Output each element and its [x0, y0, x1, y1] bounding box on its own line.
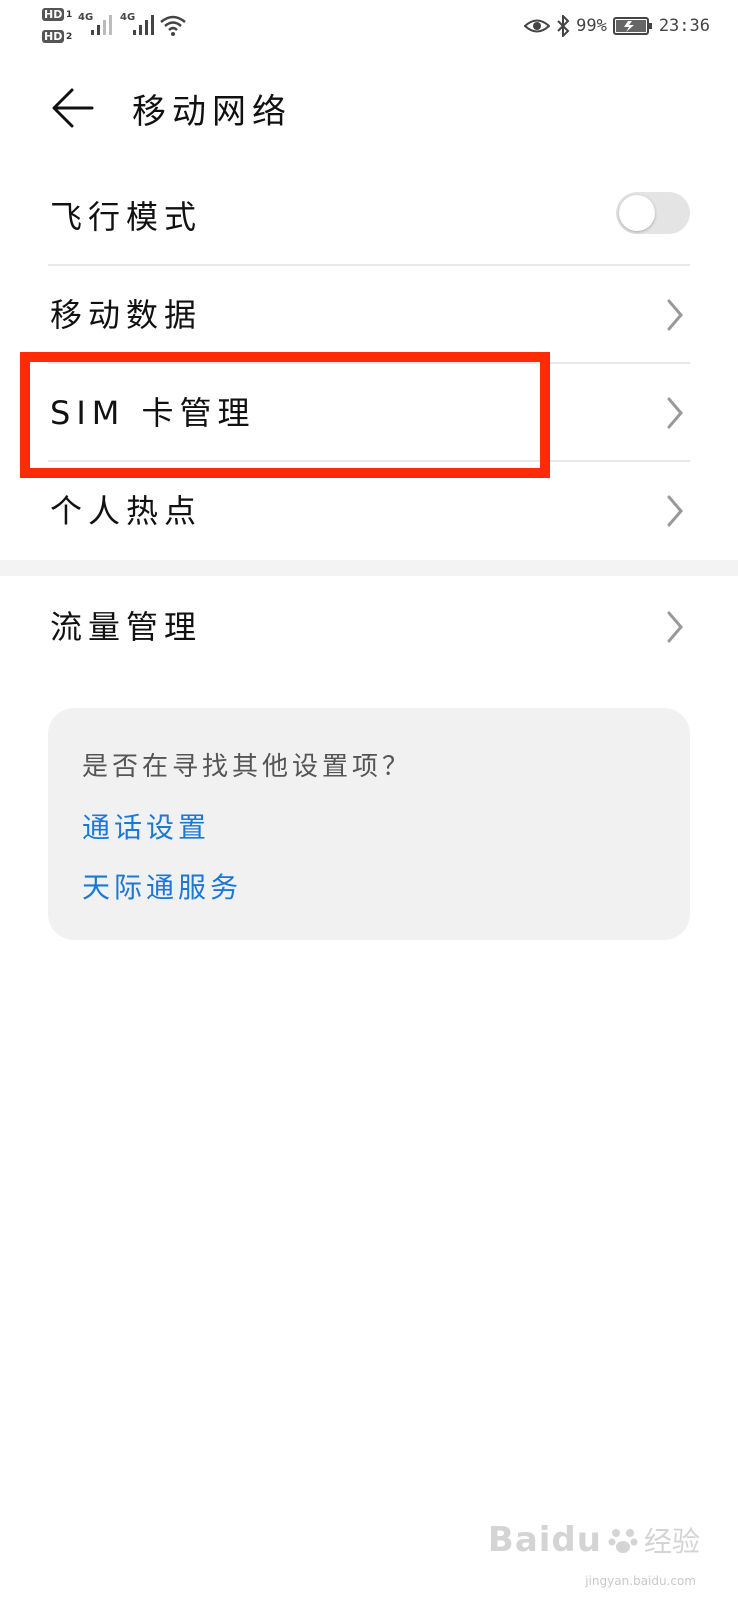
mobile-data-label: 移动数据 [50, 296, 203, 334]
eye-icon [524, 19, 551, 33]
chevron-right-icon [667, 611, 683, 643]
call-settings-link[interactable]: 通话设置 [82, 806, 210, 846]
battery-percent: 99% [576, 16, 607, 36]
watermark-brand: Baidu [487, 1520, 602, 1560]
watermark-cn: 经验 [643, 1525, 700, 1558]
status-left: HD 1 HD 2 4G 4G [42, 6, 202, 48]
bluetooth-icon [557, 15, 570, 37]
app-bar: 移动网络 [0, 70, 738, 146]
airplane-mode-label: 飞行模式 [50, 198, 203, 236]
hd-number-2: 2 [66, 32, 73, 42]
wifi-icon [160, 15, 186, 36]
status-bar: HD 1 HD 2 4G 4G 99% 23:36 [0, 0, 738, 52]
suggestions-card: 是否在寻找其他设置项？ 通话设置 天际通服务 [48, 708, 690, 940]
hd-badge-2: HD [42, 30, 65, 43]
section-gap [0, 560, 738, 576]
mobile-data-row[interactable]: 移动数据 [48, 266, 690, 363]
battery-charging-icon [612, 17, 652, 35]
paw-icon [608, 1529, 638, 1553]
back-arrow-icon [52, 88, 94, 128]
page-title: 移动网络 [132, 92, 292, 132]
signal-icon-2 [133, 15, 154, 35]
airplane-mode-toggle[interactable] [616, 192, 690, 234]
status-right: 99% 23:36 [524, 12, 710, 40]
suggestions-question: 是否在寻找其他设置项？ [82, 752, 413, 782]
toggle-knob [619, 195, 655, 231]
chevron-right-icon [667, 299, 683, 331]
watermark-url: jingyan.baidu.com [585, 1574, 696, 1588]
hd-number-1: 1 [66, 10, 73, 20]
signal-icon-1 [91, 15, 112, 35]
highlight-box [20, 352, 550, 478]
watermark: Baidu 经验 [488, 1518, 700, 1562]
tianjitong-service-link[interactable]: 天际通服务 [82, 866, 242, 906]
hd-badge-1: HD [42, 8, 65, 21]
data-usage-row[interactable]: 流量管理 [48, 578, 690, 675]
clock: 23:36 [658, 16, 710, 36]
airplane-mode-row[interactable]: 飞行模式 [48, 168, 690, 265]
data-usage-label: 流量管理 [50, 608, 203, 646]
back-button[interactable] [48, 82, 100, 134]
chevron-right-icon [667, 495, 683, 527]
chevron-right-icon [667, 397, 683, 429]
hotspot-label: 个人热点 [50, 492, 203, 530]
